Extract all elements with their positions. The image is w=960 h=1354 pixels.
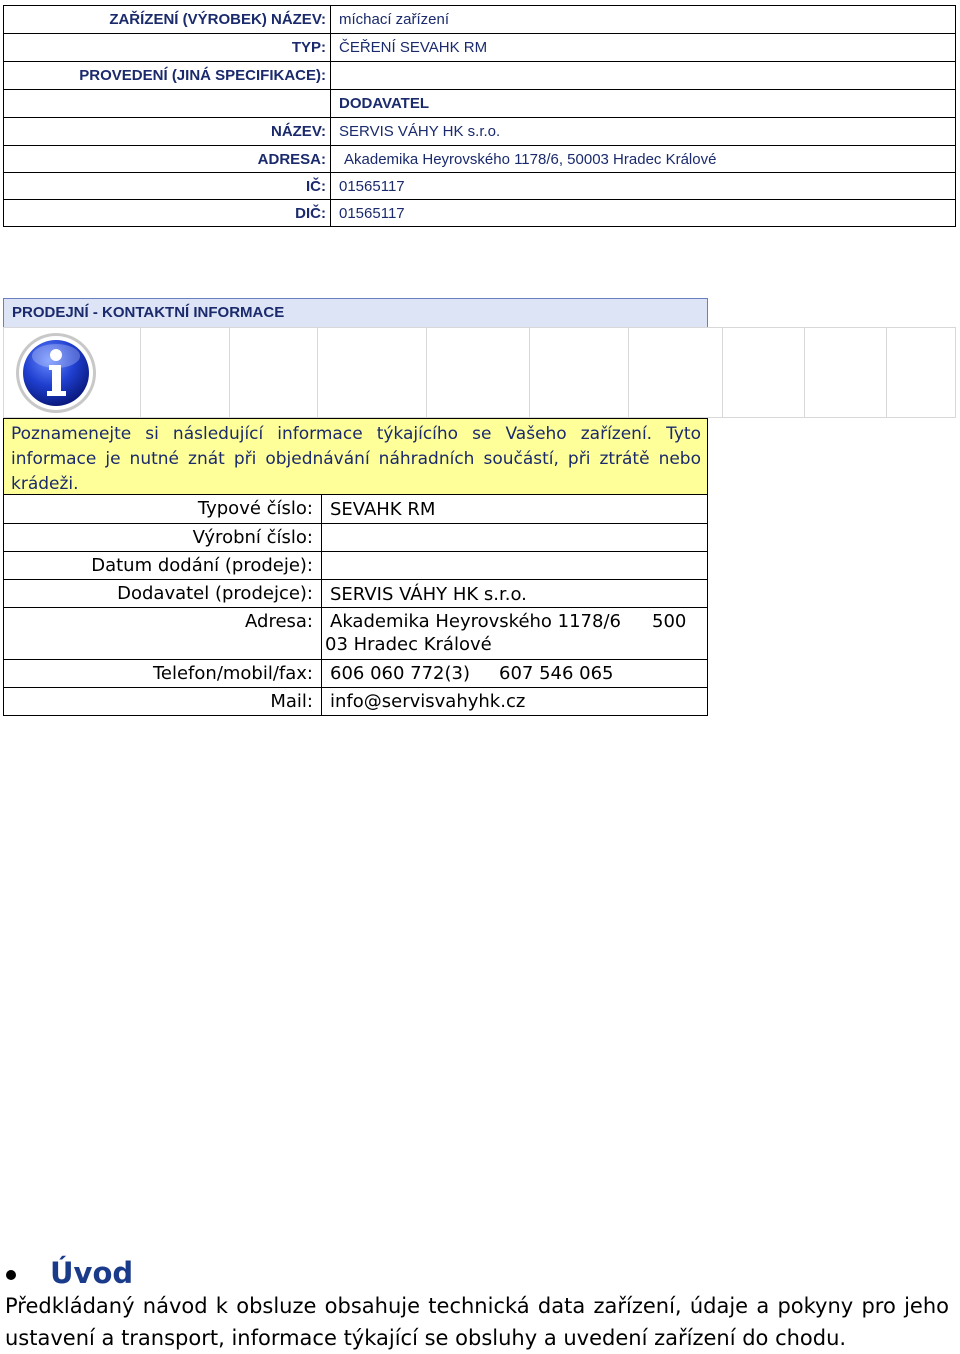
type-number-label: Typové číslo: <box>4 495 322 523</box>
type-number-row: Typové číslo: SEVAHK RM <box>4 495 707 523</box>
mail-label: Mail: <box>4 688 322 715</box>
seller-address-value: Akademika Heyrovského 1178/6 <box>330 611 621 632</box>
supplier-name-value: SERVIS VÁHY HK s.r.o. <box>339 123 501 140</box>
mail-row: Mail: info@servisvahyhk.cz <box>4 687 707 715</box>
grid-cell <box>722 327 805 418</box>
supplier-header-value: DODAVATEL <box>339 95 429 112</box>
supplier-header-row: DODAVATEL <box>4 89 955 117</box>
grid-cell <box>140 327 230 418</box>
product-type-value: ČEŘENÍ SEVAHK RM <box>339 39 488 56</box>
seller-label: Dodavatel (prodejce): <box>4 580 322 607</box>
seller-address-label: Adresa: <box>4 608 322 659</box>
seller-address-row: Adresa: Akademika Heyrovského 1178/6 500… <box>4 607 707 659</box>
seller-row: Dodavatel (prodejce): SERVIS VÁHY HK s.r… <box>4 579 707 607</box>
serial-number-row: Výrobní číslo: <box>4 523 707 551</box>
info-icon <box>16 333 96 413</box>
phone-label: Telefon/mobil/fax: <box>4 660 322 687</box>
grid-cell <box>804 327 887 418</box>
seller-address-city: 03 Hradec Králové <box>325 634 492 655</box>
grid-cell <box>886 327 956 418</box>
grid-cell <box>529 327 629 418</box>
registration-note: Poznamenejte si následující informace tý… <box>3 418 708 495</box>
supplier-address-row: ADRESA: Akademika Heyrovského 1178/6, 50… <box>4 145 955 173</box>
seller-address-postcode: 500 <box>652 611 687 632</box>
mail-value: info@servisvahyhk.cz <box>330 691 526 712</box>
supplier-header-label <box>4 90 331 117</box>
supplier-address-value: Akademika Heyrovského 1178/6, 50003 Hrad… <box>344 151 717 168</box>
phone-row: Telefon/mobil/fax: 606 060 772(3) 607 54… <box>4 659 707 687</box>
intro-paragraph: Předkládaný návod k obsluze obsahuje tec… <box>5 1294 949 1350</box>
product-name-row: ZAŘÍZENÍ (VÝROBEK) NÁZEV: míchací zaříze… <box>4 6 955 34</box>
supplier-ic-value: 01565117 <box>339 178 405 195</box>
product-type-label: TYP: <box>4 34 331 61</box>
icon-grid-row <box>3 327 956 418</box>
product-spec-row: PROVEDENÍ (JINÁ SPECIFIKACE): <box>4 61 955 89</box>
supplier-dic-row: DIČ: 01565117 <box>4 199 955 227</box>
type-number-value: SEVAHK RM <box>330 499 436 520</box>
grid-cell <box>229 327 318 418</box>
product-name-label: ZAŘÍZENÍ (VÝROBEK) NÁZEV: <box>4 6 331 34</box>
delivery-date-row: Datum dodání (prodeje): <box>4 551 707 579</box>
supplier-dic-value: 01565117 <box>339 205 405 222</box>
mobile-value: 607 546 065 <box>499 663 614 684</box>
bullet-icon <box>6 1270 16 1280</box>
supplier-ic-row: IČ: 01565117 <box>4 172 955 200</box>
grid-cell-icon <box>3 327 141 418</box>
grid-cell <box>426 327 530 418</box>
grid-cell <box>628 327 723 418</box>
supplier-name-row: NÁZEV: SERVIS VÁHY HK s.r.o. <box>4 117 955 145</box>
grid-cell <box>317 327 427 418</box>
supplier-dic-label: DIČ: <box>4 200 331 227</box>
sale-info-table: Typové číslo: SEVAHK RM Výrobní číslo: D… <box>3 494 708 716</box>
product-type-row: TYP: ČEŘENÍ SEVAHK RM <box>4 33 955 61</box>
supplier-name-label: NÁZEV: <box>4 118 331 145</box>
product-info-table: ZAŘÍZENÍ (VÝROBEK) NÁZEV: míchací zaříze… <box>3 5 956 227</box>
product-spec-label: PROVEDENÍ (JINÁ SPECIFIKACE): <box>4 62 331 89</box>
supplier-address-label: ADRESA: <box>4 146 331 173</box>
supplier-ic-label: IČ: <box>4 173 331 200</box>
seller-value: SERVIS VÁHY HK s.r.o. <box>330 584 527 605</box>
contact-section-heading: PRODEJNÍ - KONTAKTNÍ INFORMACE <box>3 298 708 328</box>
delivery-date-label: Datum dodání (prodeje): <box>4 552 322 579</box>
product-name-value: míchací zařízení <box>339 11 450 28</box>
intro-heading: Úvod <box>50 1256 134 1290</box>
serial-number-label: Výrobní číslo: <box>4 524 322 551</box>
